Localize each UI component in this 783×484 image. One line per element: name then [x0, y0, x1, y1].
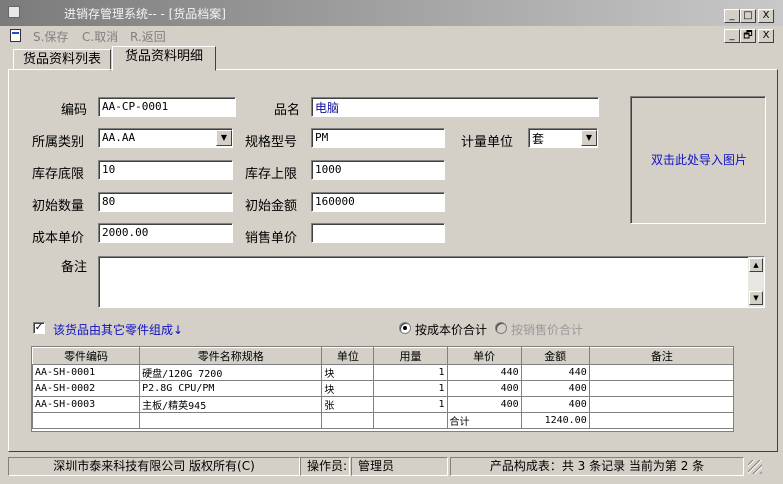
- col-unit[interactable]: 单位: [321, 347, 375, 365]
- child-restore-button[interactable]: 🗗: [740, 29, 756, 43]
- components-table[interactable]: 零件编码 零件名称规格 单位 用量 单价 金额 备注 AA-SH-0001 硬盘…: [31, 346, 734, 432]
- cell-part-name[interactable]: 主板/精英945: [139, 396, 323, 413]
- window-title: 进销存管理系统-- - [货品档案]: [64, 7, 226, 21]
- code-field[interactable]: AA-CP-0001: [98, 97, 236, 117]
- compose-checkbox-label[interactable]: 该货品由其它零件组成↓: [53, 321, 183, 338]
- category-dropdown-icon[interactable]: ▼: [216, 130, 232, 146]
- doc-icon: [10, 29, 21, 42]
- status-company: 深圳市泰来科技有限公司 版权所有(C): [8, 457, 300, 476]
- cell-unit[interactable]: 张: [321, 396, 375, 413]
- maximize-button[interactable]: □: [740, 9, 756, 23]
- remark-scrollbar[interactable]: ▲ ▼: [748, 257, 764, 307]
- radio-cost-sum[interactable]: [399, 322, 411, 334]
- cell-price[interactable]: 440: [446, 364, 522, 381]
- status-operator: 管理员: [351, 457, 448, 476]
- init-amount-label: 初始金额: [245, 199, 298, 214]
- table-header-row: 零件编码 零件名称规格 单位 用量 单价 金额 备注: [32, 347, 733, 365]
- remark-label: 备注: [61, 260, 88, 275]
- close-button[interactable]: X: [758, 9, 774, 23]
- category-label: 所属类别: [32, 135, 85, 150]
- cancel-button[interactable]: C.取消: [82, 28, 118, 45]
- scroll-down-icon[interactable]: ▼: [749, 291, 763, 305]
- stock-max-label: 库存上限: [245, 167, 298, 182]
- product-image-box[interactable]: 双击此处导入图片: [630, 96, 766, 224]
- remark-field[interactable]: ▲ ▼: [98, 256, 765, 308]
- cell-amount[interactable]: 440: [520, 364, 590, 381]
- cell-qty[interactable]: 1: [373, 364, 448, 381]
- cell-remark[interactable]: [588, 380, 733, 397]
- init-qty-field[interactable]: 80: [98, 192, 233, 212]
- cell-empty: [321, 412, 375, 429]
- unit-dropdown-icon[interactable]: ▼: [581, 130, 597, 146]
- save-button[interactable]: S.保存: [33, 28, 68, 45]
- cell-empty: [373, 412, 448, 429]
- resize-grip-icon[interactable]: [748, 460, 762, 474]
- col-amount[interactable]: 金额: [520, 347, 590, 365]
- cell-price[interactable]: 400: [446, 396, 522, 413]
- stock-min-label: 库存底限: [32, 167, 85, 182]
- radio-sale-sum-label[interactable]: 按销售价合计: [511, 321, 583, 338]
- total-label: 合计: [446, 412, 522, 429]
- col-part-name[interactable]: 零件名称规格: [139, 347, 323, 365]
- cell-remark[interactable]: [588, 364, 733, 381]
- code-label: 编码: [61, 103, 88, 118]
- col-part-code[interactable]: 零件编码: [32, 347, 141, 365]
- scroll-up-icon[interactable]: ▲: [749, 258, 763, 272]
- cell-amount[interactable]: 400: [520, 380, 590, 397]
- cell-part-name[interactable]: 硬盘/120G 7200: [139, 364, 323, 381]
- col-price[interactable]: 单价: [446, 347, 522, 365]
- cell-empty: [32, 412, 141, 429]
- cell-part-code[interactable]: AA-SH-0001: [32, 364, 141, 381]
- cost-price-field[interactable]: 2000.00: [98, 223, 233, 243]
- back-button[interactable]: R.返回: [130, 28, 166, 45]
- cell-part-code[interactable]: AA-SH-0003: [32, 396, 141, 413]
- status-operator-label: 操作员:: [300, 457, 350, 476]
- name-field[interactable]: 电脑: [311, 97, 599, 117]
- cell-empty: [139, 412, 323, 429]
- child-close-button[interactable]: X: [758, 29, 774, 43]
- init-qty-label: 初始数量: [32, 199, 85, 214]
- table-total-row: 合计 1240.00: [32, 412, 733, 429]
- title-bar: 进销存管理系统-- - [货品档案] _ □ X: [0, 0, 783, 26]
- cell-unit[interactable]: 块: [321, 364, 375, 381]
- radio-cost-sum-label[interactable]: 按成本价合计: [415, 321, 487, 338]
- category-select[interactable]: AA.AA: [98, 128, 233, 148]
- cell-qty[interactable]: 1: [373, 380, 448, 397]
- status-record-info: 产品构成表：共 3 条记录 当前为第 2 条: [450, 457, 744, 476]
- app-icon: [8, 6, 20, 18]
- sale-price-label: 销售单价: [245, 231, 298, 246]
- spec-field[interactable]: PM: [311, 128, 445, 148]
- tab-goods-list[interactable]: 货品资料列表: [13, 49, 111, 71]
- cell-amount[interactable]: 400: [520, 396, 590, 413]
- child-minimize-button[interactable]: _: [724, 29, 740, 43]
- minimize-button[interactable]: _: [724, 9, 740, 23]
- init-amount-field[interactable]: 160000: [311, 192, 445, 212]
- cell-remark[interactable]: [588, 396, 733, 413]
- cell-part-name[interactable]: P2.8G CPU/PM: [139, 380, 323, 397]
- cell-unit[interactable]: 块: [321, 380, 375, 397]
- sale-price-field[interactable]: [311, 223, 445, 243]
- cell-qty[interactable]: 1: [373, 396, 448, 413]
- tab-goods-detail[interactable]: 货品资料明细: [112, 46, 216, 71]
- total-value: 1240.00: [520, 412, 590, 429]
- stock-max-field[interactable]: 1000: [311, 160, 445, 180]
- import-image-hint: 双击此处导入图片: [650, 153, 747, 167]
- col-qty[interactable]: 用量: [373, 347, 448, 365]
- cell-part-code[interactable]: AA-SH-0002: [32, 380, 141, 397]
- cost-price-label: 成本单价: [32, 231, 85, 246]
- spec-label: 规格型号: [245, 135, 298, 150]
- cell-empty: [588, 412, 733, 429]
- table-row[interactable]: AA-SH-0003 主板/精英945 张 1 400 400: [32, 396, 733, 413]
- stock-min-field[interactable]: 10: [98, 160, 233, 180]
- table-row[interactable]: AA-SH-0001 硬盘/120G 7200 块 1 440 440: [32, 364, 733, 381]
- name-label: 品名: [274, 103, 301, 118]
- col-remark[interactable]: 备注: [588, 347, 733, 365]
- table-row[interactable]: AA-SH-0002 P2.8G CPU/PM 块 1 400 400: [32, 380, 733, 397]
- cell-price[interactable]: 400: [446, 380, 522, 397]
- radio-sale-sum[interactable]: [495, 322, 507, 334]
- unit-label: 计量单位: [461, 135, 514, 150]
- compose-checkbox[interactable]: ✓: [33, 322, 45, 334]
